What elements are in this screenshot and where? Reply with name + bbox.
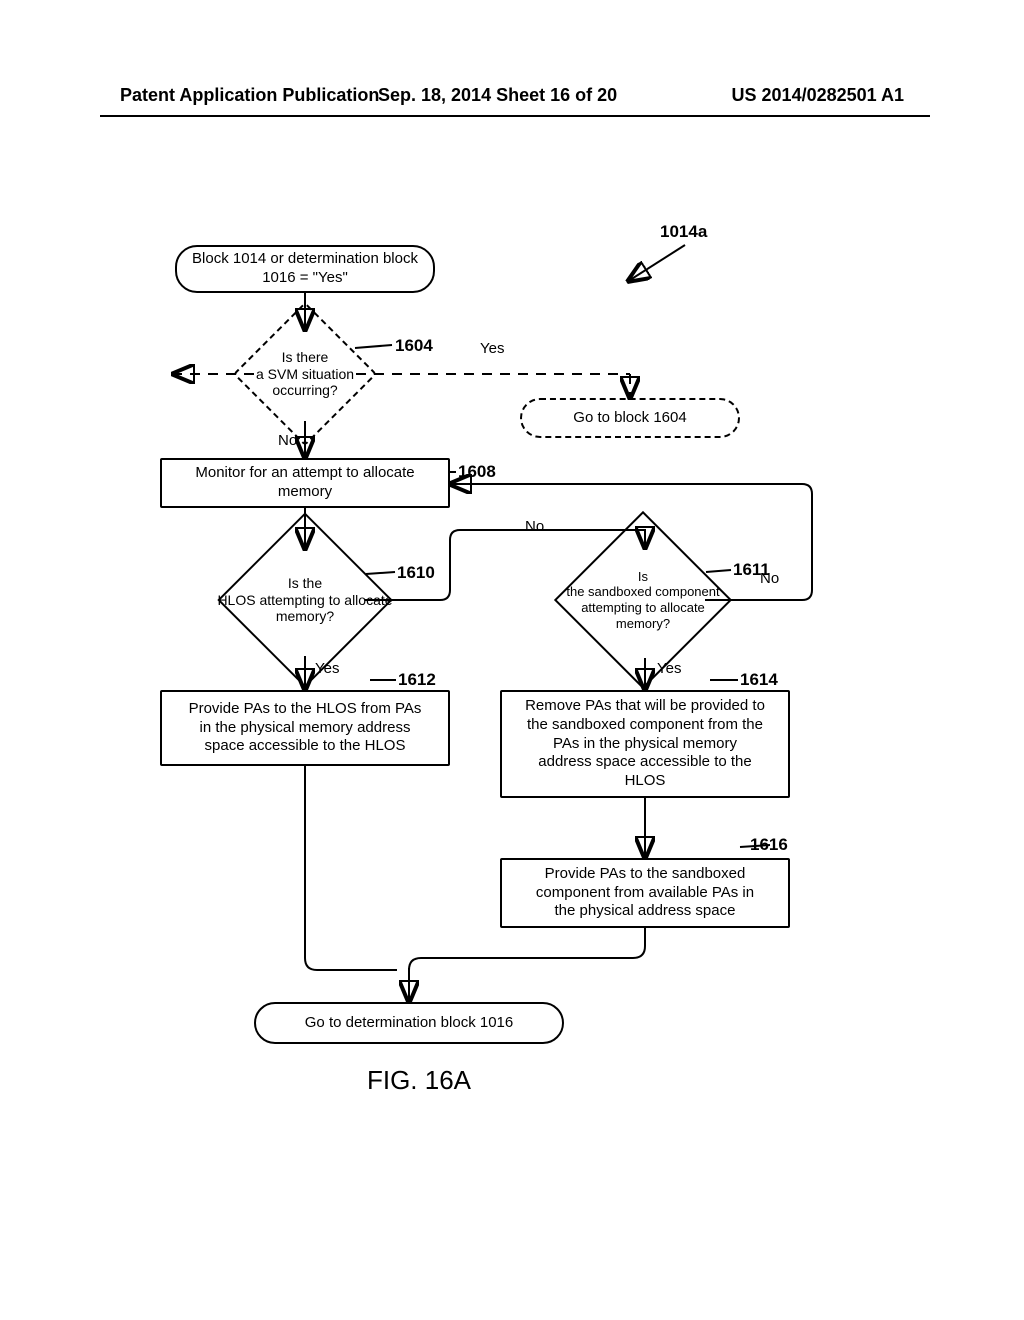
decision-1611-text: Is the sandboxed component attempting to… <box>478 538 808 662</box>
decision-1604-text: Is there a SVM situation occurring? <box>190 322 420 426</box>
patent-sheet: Patent Application Publication Sep. 18, … <box>0 0 1024 1320</box>
label-1611-yes: Yes <box>657 660 681 677</box>
header-rule <box>100 115 930 117</box>
process-1616: Provide PAs to the sandboxed component f… <box>500 858 790 928</box>
process-1616-text: Provide PAs to the sandboxed component f… <box>536 865 754 921</box>
process-1612-text: Provide PAs to the HLOS from PAs in the … <box>189 700 422 756</box>
label-1610-no: No <box>525 518 544 535</box>
label-1610-yes: Yes <box>315 660 339 677</box>
ref-1604: 1604 <box>395 336 433 356</box>
terminator-goto-1604: Go to block 1604 <box>520 398 740 438</box>
figure-title: FIG. 16A <box>344 1065 494 1096</box>
terminator-goto-1604-text: Go to block 1604 <box>573 409 686 428</box>
process-1612: Provide PAs to the HLOS from PAs in the … <box>160 690 450 766</box>
label-1604-no: No <box>278 432 297 449</box>
header-left: Patent Application Publication <box>120 85 379 106</box>
header-right: US 2014/0282501 A1 <box>732 85 904 106</box>
ref-1614: 1614 <box>740 670 778 690</box>
decision-1604: Is there a SVM situation occurring? <box>190 322 420 426</box>
process-1614-text: Remove PAs that will be provided to the … <box>525 697 765 791</box>
label-1604-yes: Yes <box>480 340 504 357</box>
ref-1608: 1608 <box>458 462 496 482</box>
header-mid: Sep. 18, 2014 Sheet 16 of 20 <box>378 85 617 106</box>
process-1608: Monitor for an attempt to allocate memor… <box>160 458 450 508</box>
pointer-1014a-label: 1014a <box>660 222 707 242</box>
label-1611-no: No <box>760 570 779 587</box>
decision-1610-text: Is the HLOS attempting to allocate memor… <box>145 540 465 660</box>
terminator-end-text: Go to determination block 1016 <box>305 1014 513 1033</box>
process-1608-text: Monitor for an attempt to allocate memor… <box>195 464 414 502</box>
ref-1612: 1612 <box>398 670 436 690</box>
decision-1611: Is the sandboxed component attempting to… <box>478 538 808 662</box>
decision-1610: Is the HLOS attempting to allocate memor… <box>145 540 465 660</box>
ref-1610: 1610 <box>397 563 435 583</box>
terminator-start-text: Block 1014 or determination block 1016 =… <box>192 250 418 288</box>
terminator-start: Block 1014 or determination block 1016 =… <box>175 245 435 293</box>
terminator-end: Go to determination block 1016 <box>254 1002 564 1044</box>
process-1614: Remove PAs that will be provided to the … <box>500 690 790 798</box>
ref-1616: 1616 <box>750 835 788 855</box>
